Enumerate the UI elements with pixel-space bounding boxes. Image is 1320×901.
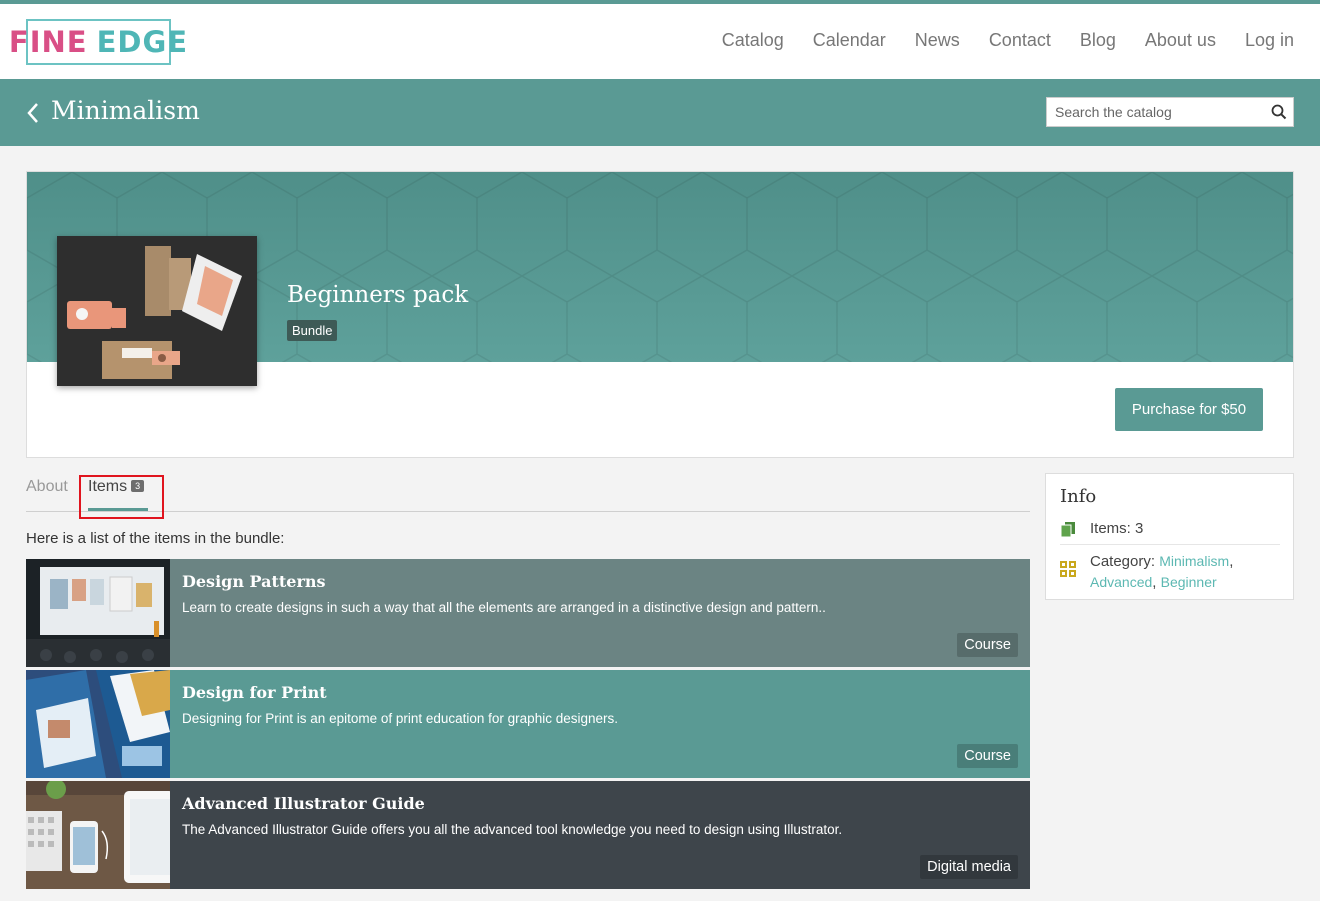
active-tab-indicator xyxy=(88,508,148,511)
nav-calendar[interactable]: Calendar xyxy=(813,30,886,51)
site-header: FINE EDGE Catalog Calendar News Contact B… xyxy=(0,4,1320,79)
info-title: Info xyxy=(1060,486,1097,507)
title-bar: Minimalism xyxy=(0,79,1320,146)
logo[interactable]: FINE EDGE xyxy=(9,19,187,65)
item-image xyxy=(26,670,170,778)
nav-about-us[interactable]: About us xyxy=(1145,30,1216,51)
search-input[interactable] xyxy=(1047,98,1265,126)
items-count-badge: 3 xyxy=(131,480,145,492)
documents-icon xyxy=(1060,521,1076,538)
item-title: Design Patterns xyxy=(182,572,326,591)
info-items-row: Items: 3 xyxy=(1060,518,1280,545)
category-grid-icon xyxy=(1060,561,1076,577)
item-title: Design for Print xyxy=(182,683,327,702)
tab-about[interactable]: About xyxy=(26,478,68,496)
category-link-minimalism[interactable]: Minimalism xyxy=(1159,553,1229,569)
item-description: Designing for Print is an epitome of pri… xyxy=(182,711,618,726)
nav-log-in[interactable]: Log in xyxy=(1245,30,1294,51)
info-panel: Info Items: 3 Category: Minimalism, Adva… xyxy=(1045,473,1294,600)
bundle-item[interactable]: Design Patterns Learn to create designs … xyxy=(26,559,1030,667)
bundle-thumbnail-image xyxy=(57,236,257,386)
logo-word-fine: FINE xyxy=(8,25,88,59)
tab-items[interactable]: Items 3 xyxy=(88,478,145,496)
nav-news[interactable]: News xyxy=(915,30,960,51)
items-intro-text: Here is a list of the items in the bundl… xyxy=(26,530,285,547)
search-box xyxy=(1046,97,1294,127)
page-title: Minimalism xyxy=(51,96,200,125)
item-description: The Advanced Illustrator Guide offers yo… xyxy=(182,822,843,837)
item-type-tag: Course xyxy=(957,633,1018,657)
category-separator: , xyxy=(1152,574,1157,591)
tab-items-label: Items xyxy=(88,478,128,495)
bundle-hero-card: Beginners pack Bundle Purchase for $50 xyxy=(26,171,1294,458)
purchase-button[interactable]: Purchase for $50 xyxy=(1115,388,1263,431)
main-nav: Catalog Calendar News Contact Blog About… xyxy=(693,30,1294,51)
logo-word-edge: EDGE xyxy=(96,25,189,59)
nav-blog[interactable]: Blog xyxy=(1080,30,1116,51)
category-link-beginner[interactable]: Beginner xyxy=(1161,574,1217,590)
bundle-item[interactable]: Advanced Illustrator Guide The Advanced … xyxy=(26,781,1030,889)
nav-contact[interactable]: Contact xyxy=(989,30,1051,51)
item-description: Learn to create designs in such a way th… xyxy=(182,600,826,615)
category-separator: , xyxy=(1229,553,1234,570)
category-label: Category: xyxy=(1090,553,1156,570)
item-type-tag: Course xyxy=(957,744,1018,768)
back-chevron-icon[interactable] xyxy=(24,101,44,125)
item-image xyxy=(26,559,170,667)
tab-about-label: About xyxy=(26,478,68,495)
info-category: Category: Minimalism, Advanced, Beginner xyxy=(1090,551,1280,593)
bundle-title: Beginners pack xyxy=(287,282,469,308)
info-items-count: Items: 3 xyxy=(1090,520,1144,537)
category-link-advanced[interactable]: Advanced xyxy=(1090,574,1152,590)
item-image xyxy=(26,781,170,889)
bundle-type-badge: Bundle xyxy=(287,320,338,341)
search-icon[interactable] xyxy=(1271,104,1287,120)
item-title: Advanced Illustrator Guide xyxy=(182,794,425,813)
tab-bar: About Items 3 xyxy=(26,471,1030,512)
bundle-item[interactable]: Design for Print Designing for Print is … xyxy=(26,670,1030,778)
item-type-tag: Digital media xyxy=(920,855,1018,879)
nav-catalog[interactable]: Catalog xyxy=(722,30,784,51)
